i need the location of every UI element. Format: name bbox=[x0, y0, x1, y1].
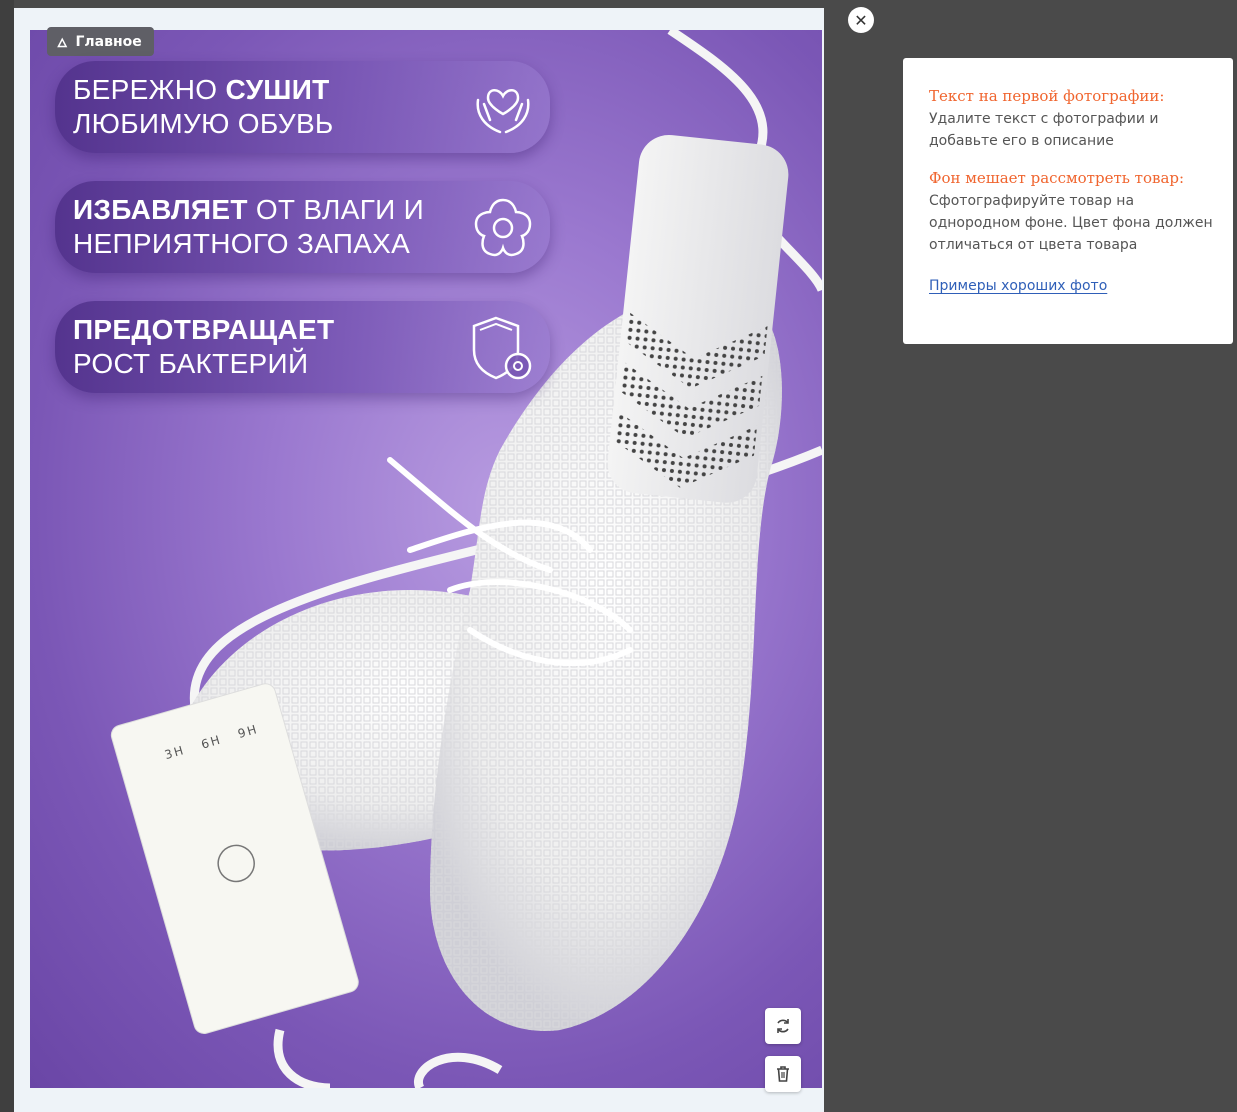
feature-3-bold: ПРЕДОТВРАЩАЕТ bbox=[73, 314, 335, 345]
fire-icon: 🜂 bbox=[57, 36, 68, 50]
good-photo-examples-link[interactable]: Примеры хороших фото bbox=[929, 278, 1107, 294]
warning-text-on-photo: Удалите текст с фотографии и добавьте ег… bbox=[929, 111, 1159, 149]
rotate-icon bbox=[777, 1019, 789, 1033]
photo-requirements-card: Текст на первой фотографии: Удалите текс… bbox=[903, 58, 1233, 344]
hands-heart-icon bbox=[476, 89, 530, 134]
feature-2-line2: НЕПРИЯТНОГО ЗАПАХА bbox=[73, 228, 411, 259]
rotate-photo-button[interactable] bbox=[765, 1008, 801, 1044]
trash-icon bbox=[777, 1066, 789, 1082]
left-edge bbox=[0, 0, 14, 1112]
feature-1-line2: ЛЮБИМУЮ ОБУВЬ bbox=[73, 108, 334, 139]
delete-photo-button[interactable] bbox=[765, 1056, 801, 1092]
feature-banner-dries: БЕРЕЖНО СУШИТ ЛЮБИМУЮ ОБУВЬ bbox=[55, 61, 550, 153]
close-icon: ✕ bbox=[854, 10, 868, 30]
feature-2-rest: ОТ ВЛАГИ И bbox=[247, 194, 425, 225]
flower-icon bbox=[474, 198, 532, 257]
feature-2-bold: ИЗБАВЛЯЕТ bbox=[73, 194, 248, 225]
warning-text-background: Сфотографируйте товар на однородном фоне… bbox=[929, 193, 1213, 253]
warning-title-text-on-photo: Текст на первой фотографии: bbox=[929, 87, 1165, 105]
feature-3-line2: РОСТ БАКТЕРИЙ bbox=[73, 348, 309, 379]
feature-banner-moisture: ИЗБАВЛЯЕТ ОТ ВЛАГИ И НЕПРИЯТНОГО ЗАПАХА bbox=[55, 181, 550, 273]
warning-title-background: Фон мешает рассмотреть товар: bbox=[929, 169, 1185, 187]
shield-icon bbox=[472, 316, 532, 380]
main-photo-badge: 🜂 Главное bbox=[47, 27, 154, 56]
close-button[interactable]: ✕ bbox=[848, 7, 874, 33]
feature-1-pre: БЕРЕЖНО bbox=[73, 74, 226, 105]
main-badge-label: Главное bbox=[75, 33, 142, 50]
feature-1-bold: СУШИТ bbox=[225, 74, 330, 105]
feature-banner-bacteria: ПРЕДОТВРАЩАЕТ РОСТ БАКТЕРИЙ bbox=[55, 301, 550, 393]
